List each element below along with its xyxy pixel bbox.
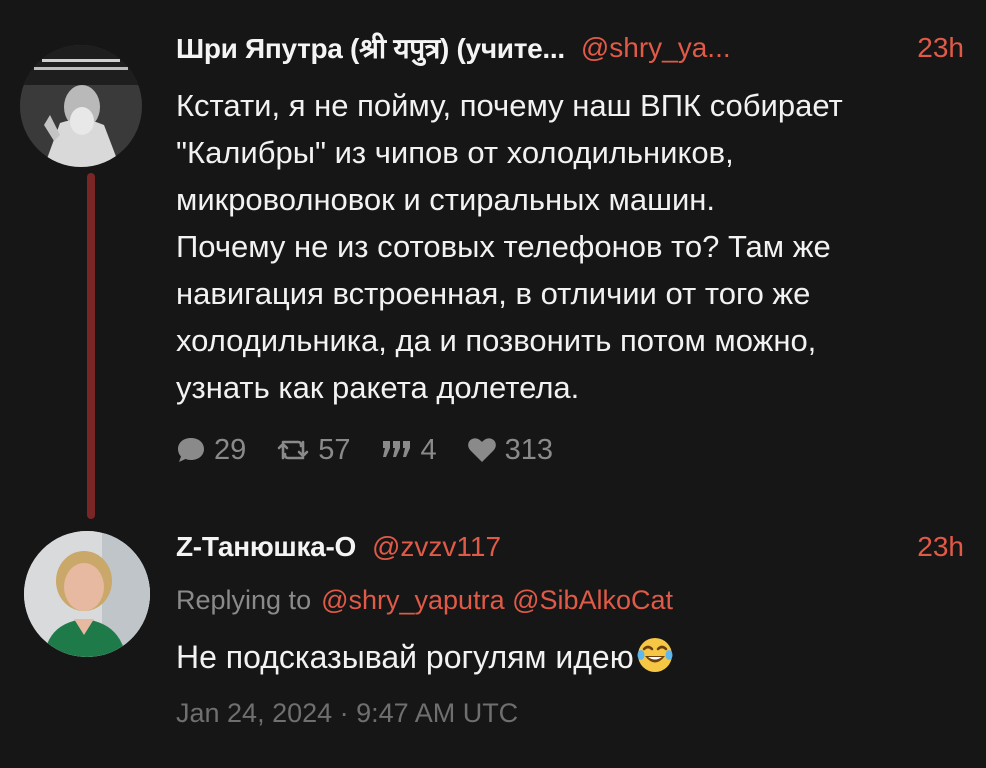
quote-count: 4 xyxy=(420,433,437,466)
like-count: 313 xyxy=(504,433,554,466)
avatar-image xyxy=(20,45,142,167)
tweet-text: Не подсказывай рогулям идею xyxy=(176,634,976,687)
reply-count: 29 xyxy=(214,433,247,466)
quote-stat[interactable]: 4 xyxy=(381,434,437,467)
heart-icon xyxy=(467,438,496,462)
replying-to-label: Replying to xyxy=(176,584,312,615)
like-stat[interactable]: 313 xyxy=(467,434,553,467)
author-handle[interactable]: @shry_ya... xyxy=(581,32,731,64)
thread-line xyxy=(87,173,95,519)
replying-to-links[interactable]: @shry_yaputra @SibAlkoCat xyxy=(321,585,673,616)
quote-icon xyxy=(382,441,410,457)
tweet-stats: 29 57 4 313 xyxy=(176,428,553,472)
replying-to: Replying to @shry_yaputra @SibAlkoCat xyxy=(176,580,673,620)
tweet-header: Шри Япутра (श्री यपुत्र) (учите... @shry… xyxy=(176,28,964,68)
author-name[interactable]: Шри Япутра (श्री यपुत्र) (учите... xyxy=(176,29,565,67)
tweet-text: Кстати, я не пойму, почему наш ВПК собир… xyxy=(176,88,843,405)
author-handle[interactable]: @zvzv117 xyxy=(372,531,501,563)
avatar-image xyxy=(24,531,150,657)
retweet-stat[interactable]: 57 xyxy=(276,433,351,467)
tweet-timestamp[interactable]: Jan 24, 2024 · 9:47 AM UTC xyxy=(176,698,518,729)
retweet-icon xyxy=(277,440,309,460)
laughing-emoji-icon xyxy=(636,636,674,687)
author-name[interactable]: Z-Танюшка-O xyxy=(176,531,356,563)
tweet-text-content: Не подсказывай рогулям идею xyxy=(176,639,634,675)
reply-stat[interactable]: 29 xyxy=(176,434,246,467)
author-avatar[interactable] xyxy=(20,45,142,167)
tweet-time[interactable]: 23h xyxy=(917,531,964,563)
retweet-count: 57 xyxy=(318,433,351,466)
reply-icon xyxy=(178,438,204,462)
tweet-time[interactable]: 23h xyxy=(917,32,964,64)
tweet-header: Z-Танюшка-O @zvzv117 23h xyxy=(176,527,964,567)
author-avatar[interactable] xyxy=(24,531,150,657)
